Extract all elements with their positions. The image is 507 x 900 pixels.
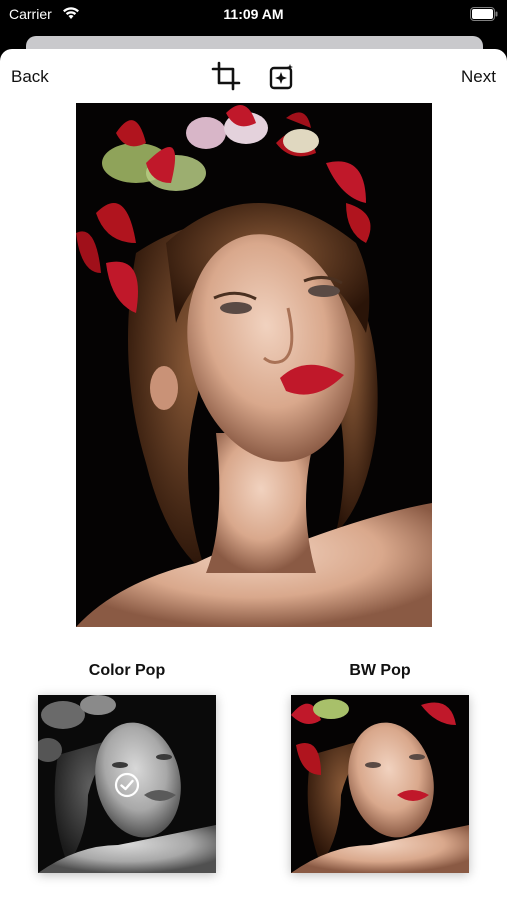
filter-label-bw-pop: BW Pop <box>349 662 411 679</box>
status-time: 11:09 AM <box>223 6 284 22</box>
battery-icon <box>470 7 498 21</box>
filter-thumbnail-bw-pop[interactable] <box>291 695 469 873</box>
color-thumbnail-image <box>291 695 469 873</box>
checkmark-icon <box>114 772 140 798</box>
portrait-image <box>76 103 432 627</box>
filter-thumbnail-color-pop[interactable] <box>38 695 216 873</box>
next-button[interactable]: Next <box>461 67 496 87</box>
back-button[interactable]: Back <box>11 67 49 87</box>
crop-icon[interactable] <box>211 61 241 91</box>
editor-sheet: Back Next Color Pop BW Pop <box>0 49 507 900</box>
main-photo <box>76 103 432 627</box>
magic-enhance-icon[interactable] <box>268 63 296 91</box>
status-bar: Carrier 11:09 AM <box>0 0 507 30</box>
filter-label-color-pop: Color Pop <box>88 662 166 679</box>
